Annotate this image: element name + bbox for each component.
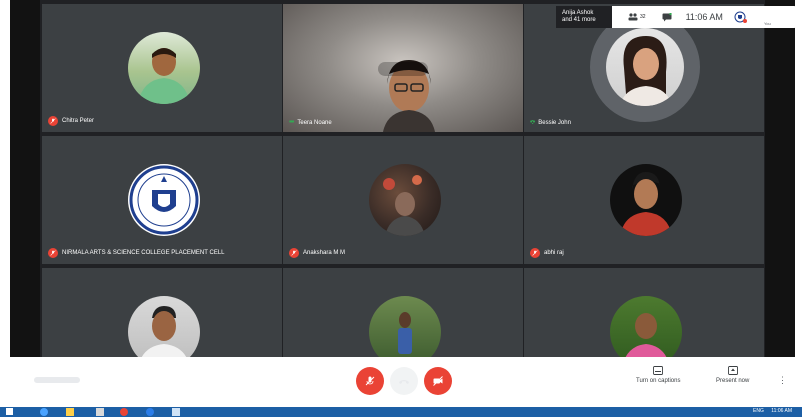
person-photo-icon [138,48,190,104]
person-photo-icon [398,312,412,354]
clock-time: 11:06 AM [685,12,723,22]
participant-tile-abhi[interactable]: abhi raj [524,136,764,264]
file-explorer-icon[interactable] [66,408,74,416]
participant-tile-nirmala[interactable]: NIRMALA ARTS & SCIENCE COLLEGE PLACEMENT… [42,136,282,264]
tray-language: ENG [753,408,764,414]
tile-name-tag: Anakshara M M [289,248,345,258]
participant-tile-anakshara[interactable]: Anakshara M M [283,136,523,264]
captions-label: Turn on captions [636,378,681,384]
chat-icon [662,12,672,21]
mic-off-icon [365,376,375,386]
avatar [128,164,200,236]
chrome-icon[interactable] [120,408,128,416]
avatar [128,296,200,357]
participant-name: Chitra Peter [62,118,95,124]
windows-start-icon[interactable] [6,408,13,415]
edge-browser-icon[interactable] [40,408,48,416]
people-button[interactable]: 32 [628,13,646,21]
taskbar-app-icon[interactable] [146,408,154,416]
present-icon [727,366,738,375]
camera-off-icon [433,376,443,386]
tile-name-tag: Chitra Peter [48,116,94,126]
participants-summary-name: Anija Ashok [562,10,594,16]
tile-name-tag: ••• Teera Noane [289,119,332,126]
hangup-icon [399,380,409,384]
self-avatar-icon [734,11,747,23]
leave-call-button[interactable] [390,367,418,395]
participant-tile-teera[interactable]: ••• Teera Noane [283,4,523,132]
mic-off-icon [289,248,299,258]
present-now-button[interactable]: Present now [716,366,749,384]
people-icon [628,13,638,21]
mic-toggle-button[interactable] [356,367,384,395]
windows-taskbar: ENG 11:06 AM [0,407,802,417]
participant-name: abhi raj [544,250,564,256]
participant-tile[interactable] [42,268,282,357]
present-label: Present now [716,378,750,384]
participant-tile[interactable] [283,268,523,357]
meeting-details-placeholder[interactable] [34,377,80,383]
avatar [128,32,200,104]
avatar [610,296,682,357]
speaking-indicator-icon: ••• [289,119,294,126]
meeting-info-bar: Anija Ashok and 41 more 32 11:06 AM You [556,6,796,28]
tile-name-tag: abhi raj [530,248,564,258]
tile-name-tag: NIRMALA ARTS & SCIENCE COLLEGE PLACEMENT… [48,248,225,258]
left-edge-strip [10,0,40,357]
participant-tile[interactable] [524,268,764,357]
speaking-indicator-icon: •:• [530,119,535,126]
participant-name: NIRMALA ARTS & SCIENCE COLLEGE PLACEMENT… [62,250,225,256]
you-label: You [764,21,771,26]
participants-summary[interactable]: Anija Ashok and 41 more [556,6,612,28]
control-bar: Turn on captions Present now ⋮ [10,357,795,407]
taskbar-app-icon[interactable] [172,408,180,416]
person-photo-icon [620,172,672,236]
system-tray[interactable]: ENG 11:06 AM [753,408,792,414]
tile-name-tag: •:• Bessie John [530,119,571,126]
participant-name: Bessie John [538,119,571,126]
person-photo-icon [625,313,667,357]
avatar [369,296,441,357]
taskbar-app-icon[interactable] [96,408,104,416]
tray-time: 11:06 AM [771,408,792,414]
chat-button[interactable] [662,12,672,22]
captions-icon [653,366,664,375]
right-edge-strip [765,0,795,357]
mic-off-icon [48,248,58,258]
avatar [610,164,682,236]
mic-off-icon [48,116,58,126]
avatar [369,164,441,236]
person-photo-icon [383,175,425,236]
people-count: 32 [640,14,646,20]
person-photo-icon [620,36,672,106]
avatar [606,28,684,106]
meeting-stage: Chitra Peter ••• Teera Noane •:• Bessie … [10,0,795,357]
mic-off-icon [530,248,540,258]
captions-button[interactable]: Turn on captions [636,366,680,384]
camera-toggle-button[interactable] [424,367,452,395]
more-options-icon[interactable]: ⋮ [778,375,787,386]
tile-overlay-controls[interactable] [378,62,428,76]
participant-name: Anakshara M M [303,250,346,256]
participant-name: Teera Noane [297,119,332,126]
participants-summary-more: and 41 more [562,17,596,23]
college-logo-icon [129,165,199,235]
person-photo-icon [141,306,187,357]
self-view-button[interactable] [733,11,747,23]
participant-tile-chitra[interactable]: Chitra Peter [42,4,282,132]
